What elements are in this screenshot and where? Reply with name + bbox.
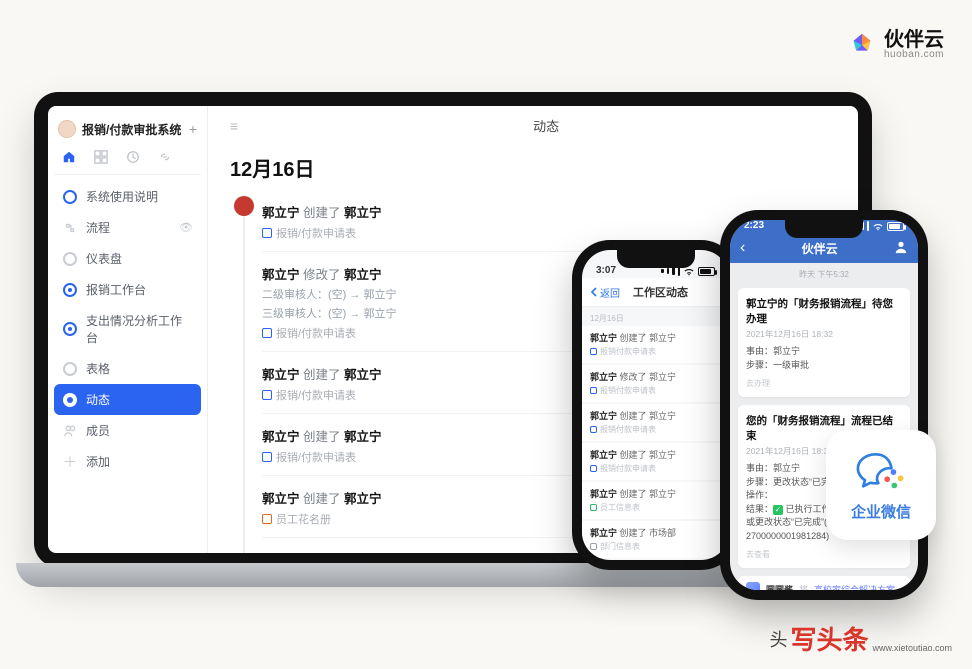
sidebar-item-icon xyxy=(62,361,78,377)
status-time: 3:07 xyxy=(596,265,616,276)
notification-card[interactable]: 郭立宁的「财务报销流程」待您办理 2021年12月16日 18:32 事由：郭立… xyxy=(738,288,910,397)
sidebar-tab-row xyxy=(54,148,201,175)
sidebar: 报销/付款审批系统 + 系统使用说明流程 👁 仪表盘报销工作台支出情况分析工作台表格… xyxy=(48,106,208,553)
tab-grid-icon[interactable] xyxy=(94,150,108,164)
phone1-title: 工作区动态 xyxy=(620,284,701,300)
wecom-label: 企业微信 xyxy=(851,501,911,522)
recommendation-banner[interactable]: 圆圆酱 将 高校家综合解决方案 xyxy=(738,576,910,590)
footer-watermark: 头 写头条 www.xietoutiao.com xyxy=(769,620,952,657)
wecom-icon xyxy=(854,449,908,497)
visibility-icon: 👁 xyxy=(179,221,193,234)
sidebar-item-2[interactable]: 仪表盘 xyxy=(54,243,201,274)
sidebar-item-label: 流程 xyxy=(86,219,110,236)
page-title: 动态 xyxy=(533,116,559,135)
sidebar-item-label: 成员 xyxy=(86,422,110,439)
phone2-title: 伙伴云 xyxy=(745,240,894,257)
phone1-date: 12月16日 xyxy=(582,307,729,326)
brand-name: 伙伴云 xyxy=(884,30,944,50)
sidebar-item-0[interactable]: 系统使用说明 xyxy=(54,181,201,212)
workspace-avatar-icon xyxy=(58,120,76,138)
phone-left: 3:07 返回 工作区动态 12月16日 郭立宁 创建了 郭立宁报销付款申请表郭… xyxy=(572,240,739,570)
sidebar-item-label: 添加 xyxy=(86,453,110,470)
sidebar-item-label: 表格 xyxy=(86,360,110,377)
brand-logo-block: 伙伴云 huoban.com xyxy=(848,30,944,60)
tab-home-icon[interactable] xyxy=(62,150,76,164)
phone1-feed-item[interactable]: 郭立宁 创建了 郭立宁报销付款申请表 xyxy=(582,404,729,441)
banner-avatar-icon xyxy=(746,582,760,590)
wecom-badge[interactable]: 企业微信 xyxy=(826,430,936,540)
sidebar-item-6[interactable]: 动态 xyxy=(54,384,201,415)
back-button[interactable]: 返回 xyxy=(590,285,620,300)
sidebar-item-3[interactable]: 报销工作台 xyxy=(54,274,201,305)
tab-clock-icon[interactable] xyxy=(126,150,140,164)
sidebar-item-5[interactable]: 表格 xyxy=(54,353,201,384)
collapse-sidebar-button[interactable]: ≡ xyxy=(230,118,238,134)
brand-logo-icon xyxy=(848,31,876,59)
app-title: 报销/付款审批系统 xyxy=(82,121,183,138)
sidebar-item-label: 报销工作台 xyxy=(86,281,146,298)
phone1-feed-item[interactable]: 郭立宁 创建了 郭立宁员工信息表 xyxy=(582,482,729,519)
tab-link-icon[interactable] xyxy=(158,150,172,164)
status-time: 2:23 xyxy=(744,220,764,231)
sidebar-item-1[interactable]: 流程 👁 xyxy=(54,212,201,243)
sidebar-item-icon xyxy=(62,392,78,408)
timestamp: 昨天 下午5:32 xyxy=(730,263,918,284)
sidebar-item-label: 系统使用说明 xyxy=(86,188,158,205)
phone1-feed-item[interactable]: 郭立宁 修改了 郭立宁报销付款申请表 xyxy=(582,365,729,402)
phone1-feed-item[interactable]: 郭立宁 创建了 市场部部门信息表 xyxy=(582,521,729,558)
profile-icon[interactable] xyxy=(894,240,908,257)
sidebar-item-label: 仪表盘 xyxy=(86,250,122,267)
sidebar-item-4[interactable]: 支出情况分析工作台 xyxy=(54,305,201,353)
phone1-feed-item[interactable]: 郭立宁 创建了 郭立宁报销付款申请表 xyxy=(582,326,729,363)
sidebar-item-7[interactable]: 成员 xyxy=(54,415,201,446)
feed-date-heading: 12月16日 xyxy=(230,153,836,182)
sidebar-item-icon xyxy=(62,282,78,298)
sidebar-item-icon xyxy=(62,251,78,267)
phone-right: 2:23 ‹ 伙伴云 昨天 下午5:32 郭立宁的「财务报销流程」待您办理 20… xyxy=(720,210,928,600)
brand-domain: huoban.com xyxy=(884,50,944,60)
sidebar-item-label: 支出情况分析工作台 xyxy=(86,312,193,346)
sidebar-item-8[interactable]: ＋ 添加 xyxy=(54,446,201,477)
sidebar-item-icon xyxy=(62,423,78,439)
sidebar-item-icon xyxy=(62,220,78,236)
phone1-feed-item[interactable]: 郭立宁 创建了 郭立宁报销付款申请表 xyxy=(582,443,729,480)
sidebar-item-icon: ＋ xyxy=(62,454,78,470)
sidebar-item-icon xyxy=(62,189,78,205)
user-avatar-icon xyxy=(234,196,254,216)
sidebar-item-label: 动态 xyxy=(86,391,110,408)
sidebar-item-icon xyxy=(62,321,78,337)
add-workspace-button[interactable]: + xyxy=(189,121,197,137)
